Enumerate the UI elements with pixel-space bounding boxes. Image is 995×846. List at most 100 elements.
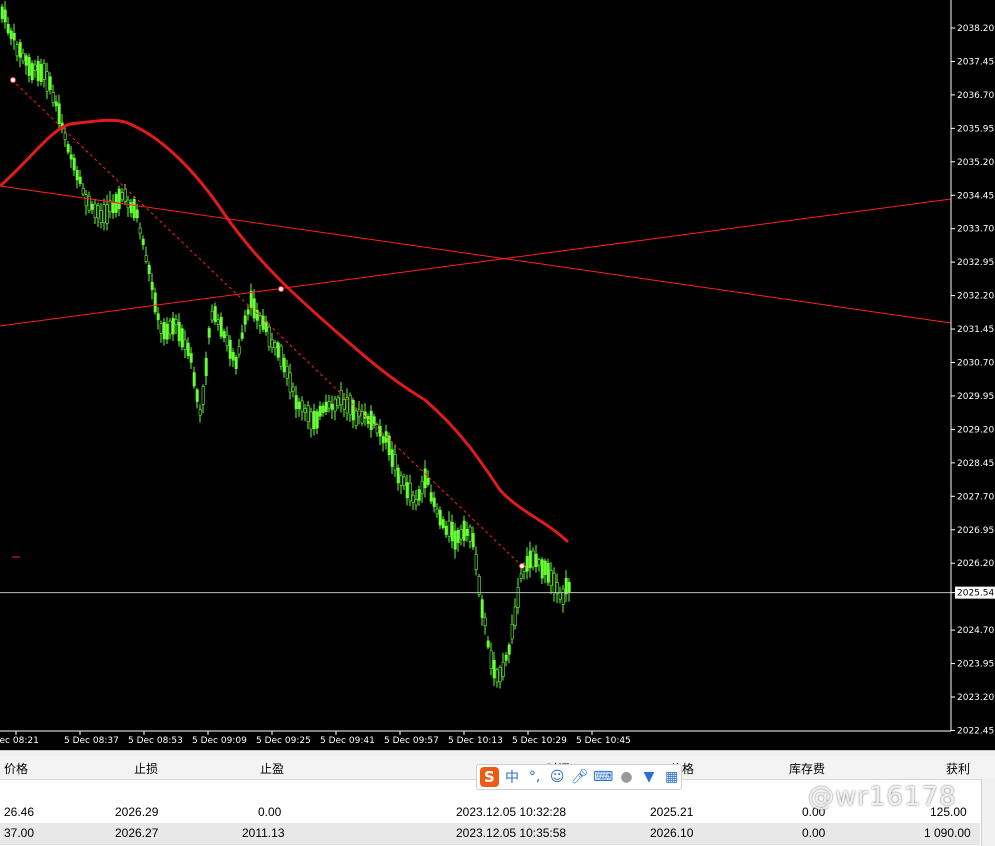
trend-line-descending[interactable] [0,185,952,324]
price-axis: 2038.20 2037.45 2036.70 2035.95 2035.20 2034.… [951,24,995,736]
cell-time: 2023.12.05 10:32:28 [456,805,567,819]
candle-body [165,323,169,340]
candle-body [321,405,325,413]
price-tick-label: 2025.54 [957,589,994,599]
candle-body [327,401,331,409]
candle-body [402,476,406,486]
table-row[interactable]: 37.00 2026.27 2011.13 2023.12.05 10:35:5… [0,823,980,845]
candle-body [396,467,400,484]
candle-body [171,317,175,335]
candle-body [24,55,28,66]
trade-entry-marker[interactable] [10,77,16,83]
microphone-icon[interactable]: 🎤︎ [571,767,590,787]
candle-body [291,386,295,392]
cell-take-profit: 2011.13 [242,826,285,840]
candle-body [105,204,109,224]
col-header-profit[interactable]: 获利 [946,760,970,777]
time-tick-label: 5 Dec 08:37 [64,736,119,746]
trendline-anchor-point[interactable] [278,286,284,292]
candle-body [219,316,223,337]
candle-body [135,209,139,219]
candle-body [393,454,397,471]
user-icon[interactable]: ● [617,767,636,787]
moving-average-curve [0,118,570,544]
candle-body [315,411,319,429]
candle-body [48,76,52,90]
candle-body [192,372,196,387]
shirt-icon[interactable]: ▼ [640,767,659,787]
candle-body [444,525,448,535]
chart-canvas[interactable]: 2038.20 2037.45 2036.70 2035.95 2035.20 2034.… [0,0,995,750]
candle-body [207,328,211,338]
candle-body [471,533,475,548]
candle-body [330,403,334,410]
candle-body [309,411,313,430]
keyboard-icon[interactable]: ⌨ [593,767,613,787]
watermark: @wr16178 [808,782,957,812]
candle-body [558,592,562,600]
trade-exit-marker[interactable] [519,563,525,569]
candle-body [312,410,316,429]
candle-body [81,187,85,195]
candle-body [39,63,43,82]
candle-body [78,176,82,184]
moving-average-line [0,118,570,544]
candle-body [531,550,535,568]
candle-body [543,560,547,575]
candle-body [318,405,322,417]
candle-body [549,570,553,586]
candle-body [363,411,367,419]
candle-body [552,572,556,593]
sogou-logo-icon[interactable]: S [480,767,499,787]
candle-body [228,339,232,359]
col-header-take-profit[interactable]: 止盈 [260,760,284,777]
candle-body [99,210,103,223]
price-tick-label: 2032.95 [957,258,994,268]
time-tick-label: 5 Dec 10:45 [576,736,631,746]
candle-body [333,398,337,412]
candle-body [27,57,31,76]
price-tick-label: 2022.45 [957,726,994,736]
candle-body [480,599,484,618]
candle-body [264,321,268,333]
candle-body [57,103,61,124]
col-header-stop-loss[interactable]: 止损 [134,760,158,777]
cell-price: 2025.21 [650,805,694,819]
time-tick-label: 5 Dec 10:29 [512,736,567,746]
time-tick-label: 5 Dec 09:25 [256,736,311,746]
col-header-swap[interactable]: 库存费 [789,760,825,777]
cell-open-price: 37.00 [4,826,35,840]
trend-line-ascending[interactable] [0,198,952,327]
candle-body [30,63,34,80]
candle-body [537,559,541,566]
candle-body [390,449,394,467]
price-tick-label: 2033.70 [957,225,994,235]
candle-body [204,357,208,377]
price-tick-label: 2026.20 [957,559,994,569]
candle-body [477,576,481,595]
candle-body [246,309,250,315]
candle-body [405,482,409,499]
price-tick-label: 2035.20 [957,158,994,168]
candle-body [63,132,67,140]
candle-body [273,342,277,349]
candle-body [36,60,40,81]
candle-body [417,489,421,501]
grid-icon[interactable]: ▦ [662,767,681,787]
candle-body [342,399,346,410]
emoji-icon[interactable]: ☺ [548,767,567,787]
punctuation-toggle[interactable]: °, [525,767,544,787]
ime-toolbar[interactable]: S 中 °, ☺ 🎤︎ ⌨ ● ▼ ▦ [476,764,682,790]
table-scrollbar[interactable] [981,779,995,846]
col-header-open-price[interactable]: 价格 [4,760,28,777]
candle-body [249,290,253,309]
candle-body [453,530,457,550]
price-tick-label: 2037.45 [957,57,994,67]
candle-body [162,322,166,340]
candle-body [495,669,499,683]
candle-body [132,199,136,219]
input-mode-toggle[interactable]: 中 [503,767,522,787]
price-chart[interactable]: 2038.20 2037.45 2036.70 2035.95 2035.20 2034.… [0,0,995,750]
candle-body [450,521,454,542]
price-tick-label: 2034.45 [957,191,994,201]
